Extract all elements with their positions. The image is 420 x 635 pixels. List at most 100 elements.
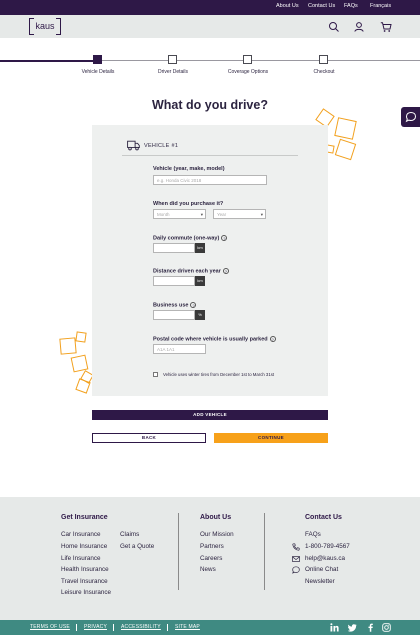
contact-us-link[interactable]: Contact Us — [308, 3, 335, 9]
purchase-date-label: When did you purchase it? — [153, 201, 224, 207]
footer-link-get-a-quote[interactable]: Get a Quote — [120, 543, 154, 550]
site-map-link[interactable]: SITE MAP — [175, 624, 200, 630]
car-icon — [127, 140, 140, 151]
footer-link-leisure-insurance[interactable]: Leisure Insurance — [61, 589, 111, 596]
link-separator — [113, 624, 114, 631]
annual-distance-label-text: Distance driven each year — [153, 268, 221, 275]
help-icon[interactable]: ? — [190, 302, 197, 308]
step-coverage-options-marker — [243, 55, 252, 64]
purchase-month-select[interactable]: Month ▾ — [153, 209, 206, 219]
step-checkout-marker — [319, 55, 328, 64]
business-use-input[interactable] — [153, 310, 195, 320]
footer-link-health-insurance[interactable]: Health Insurance — [61, 566, 109, 573]
daily-commute-input[interactable] — [153, 243, 195, 253]
business-use-unit: % — [195, 310, 205, 320]
footer-link-travel-insurance[interactable]: Travel Insurance — [61, 578, 108, 585]
decor-square — [59, 337, 77, 355]
page-title: What do you drive? — [152, 98, 268, 112]
footer-phone[interactable]: 1-800-789-4567 — [305, 543, 350, 550]
step-driver-details-label: Driver Details — [157, 69, 188, 75]
step-coverage-options-label: Coverage Options — [227, 69, 269, 75]
decor-square — [75, 378, 91, 394]
postal-code-input[interactable]: A1A 1A1 — [153, 344, 206, 354]
footer-link-partners[interactable]: Partners — [200, 543, 224, 550]
annual-distance-label: Distance driven each year? — [153, 268, 229, 274]
add-vehicle-button[interactable]: ADD VEHICLE — [92, 410, 328, 420]
mail-icon — [292, 556, 300, 562]
help-icon[interactable]: ? — [222, 268, 229, 274]
about-us-link[interactable]: About Us — [276, 3, 299, 9]
footer-link-news[interactable]: News — [200, 566, 216, 573]
twitter-icon[interactable] — [348, 623, 357, 632]
footer-divider — [178, 513, 179, 590]
decor-square — [75, 331, 87, 343]
month-select-value: Month — [157, 212, 170, 217]
link-separator — [167, 624, 168, 631]
vehicle-input[interactable]: e.g. Honda Civic 2018 — [153, 175, 267, 185]
chevron-down-icon: ▾ — [260, 212, 263, 217]
annual-distance-input[interactable] — [153, 276, 195, 286]
terms-of-use-link[interactable]: TERMS OF USE — [30, 624, 70, 630]
annual-distance-unit: km — [195, 276, 205, 286]
footer-link-our-mission[interactable]: Our Mission — [200, 531, 234, 538]
year-select-value: Year — [217, 212, 227, 217]
step-vehicle-details-marker — [93, 55, 102, 64]
postal-code-label: Postal code where vehicle is usually par… — [153, 336, 276, 342]
footer-link-life-insurance[interactable]: Life Insurance — [61, 555, 101, 562]
logo-bracket-right — [56, 18, 61, 35]
decor-square — [334, 117, 357, 140]
footer-divider — [264, 513, 265, 590]
back-button[interactable]: BACK — [92, 433, 206, 443]
site-header: kaus — [0, 15, 420, 38]
privacy-link[interactable]: PRIVACY — [84, 624, 107, 630]
help-icon[interactable]: ? — [221, 235, 228, 241]
vehicle-label: Vehicle (year, make, model) — [153, 166, 225, 172]
link-separator — [76, 624, 77, 631]
continue-button[interactable]: CONTINUE — [214, 433, 328, 443]
phone-icon — [292, 543, 300, 551]
business-use-label-text: Business use — [153, 302, 189, 309]
postal-code-label-text: Postal code where vehicle is usually par… — [153, 336, 268, 343]
chat-icon — [405, 111, 417, 123]
site-footer: Get Insurance Car Insurance Home Insuran… — [0, 497, 420, 620]
footer-link-careers[interactable]: Careers — [200, 555, 222, 562]
linkedin-icon[interactable] — [330, 623, 339, 632]
user-icon[interactable] — [353, 21, 365, 33]
business-use-label: Business use? — [153, 302, 197, 309]
vehicle-section-header: VEHICLE #1 — [144, 143, 179, 149]
winter-tires-label: Vehicle uses winter tires from December … — [163, 372, 275, 377]
step-vehicle-details-label: Vehicle Details — [81, 69, 115, 75]
language-toggle-link[interactable]: Français — [370, 3, 391, 9]
instagram-icon[interactable] — [382, 623, 391, 632]
daily-commute-unit: km — [195, 243, 205, 253]
top-utility-bar: About Us Contact Us FAQs Français — [0, 0, 420, 15]
footer-link-home-insurance[interactable]: Home Insurance — [61, 543, 107, 550]
footer-link-car-insurance[interactable]: Car Insurance — [61, 531, 101, 538]
progress-track-remaining — [97, 60, 420, 61]
accessibility-link[interactable]: ACCESSIBILITY — [121, 624, 161, 630]
winter-tires-checkbox[interactable] — [153, 372, 158, 377]
step-checkout-label: Checkout — [313, 69, 335, 75]
cart-icon[interactable] — [380, 21, 392, 33]
kaus-logo[interactable]: kaus — [29, 18, 61, 35]
daily-commute-label: Daily commute (one-way)? — [153, 235, 228, 241]
footer-link-newsletter[interactable]: Newsletter — [305, 578, 335, 585]
faqs-link[interactable]: FAQs — [344, 3, 358, 9]
search-icon[interactable] — [328, 21, 340, 33]
help-icon[interactable]: ? — [269, 336, 276, 342]
footer-about-heading: About Us — [200, 514, 232, 521]
chevron-down-icon: ▾ — [200, 212, 203, 217]
facebook-icon[interactable] — [366, 623, 375, 632]
footer-insurance-heading: Get Insurance — [61, 514, 108, 521]
footer-link-claims[interactable]: Claims — [120, 531, 139, 538]
footer-contact-heading: Contact Us — [305, 514, 342, 521]
chat-bubble-icon — [292, 566, 300, 574]
footer-email[interactable]: help@kaus.ca — [305, 555, 345, 562]
progress-track-complete — [0, 60, 97, 62]
footer-link-faqs[interactable]: FAQs — [305, 531, 321, 538]
bottom-legal-bar: TERMS OF USE PRIVACY ACCESSIBILITY SITE … — [0, 620, 420, 635]
decor-square — [334, 138, 357, 161]
purchase-year-select[interactable]: Year ▾ — [213, 209, 266, 219]
footer-online-chat[interactable]: Online Chat — [305, 566, 338, 573]
vehicle-header-divider — [122, 155, 298, 156]
